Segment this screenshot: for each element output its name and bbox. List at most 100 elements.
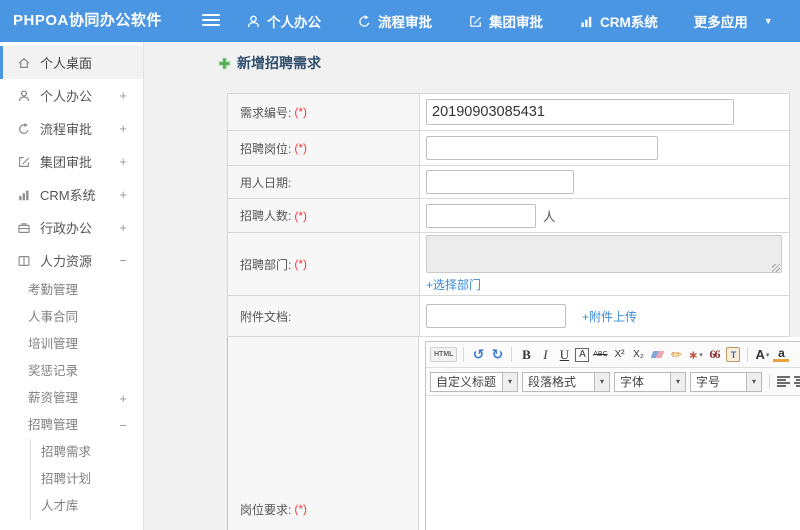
paragraph-format-dropdown[interactable]: 段落格式 ▾	[522, 371, 610, 392]
field-label: 招聘人数: (*)	[228, 199, 420, 232]
caret-down-icon: ▾	[670, 372, 685, 391]
page-title: 新增招聘需求	[218, 53, 321, 73]
nav-workflow-approval[interactable]: 流程审批	[357, 11, 432, 31]
collapse-minus-icon[interactable]: −	[119, 253, 127, 268]
sidebar-item-crm-system[interactable]: CRM系统 +	[0, 178, 143, 211]
subitem-label: 人事合同	[28, 310, 79, 324]
italic-button[interactable]: I	[537, 346, 553, 364]
blockquote-button[interactable]: 66	[706, 346, 722, 364]
align-left-icon[interactable]	[777, 376, 790, 387]
form-row-request-number: 需求编号: (*)	[227, 94, 790, 131]
format-brush-button[interactable]: ✏	[668, 346, 684, 364]
add-plus-icon	[218, 57, 231, 70]
eraser-button[interactable]	[649, 346, 665, 364]
form-row-department: 招聘部门: (*) +选择部门	[227, 233, 790, 296]
subitem-label: 招聘计划	[41, 472, 92, 486]
underline-button[interactable]: U	[556, 346, 572, 364]
nav-more-apps[interactable]: 更多应用 ▼	[694, 11, 773, 31]
nav-label: 集团审批	[489, 15, 543, 30]
label-text: 需求编号:	[240, 105, 292, 120]
subitem-label: 培训管理	[28, 337, 79, 351]
field-label: 附件文档:	[228, 296, 420, 336]
clear-format-button[interactable]: ∗ ▾	[687, 346, 703, 364]
align-center-icon[interactable]	[794, 376, 800, 387]
sidebar-item-workflow-approval[interactable]: 流程审批 +	[0, 112, 143, 145]
dropdown-label: 段落格式	[528, 374, 577, 389]
label-text: 附件文档:	[240, 309, 292, 324]
clipboard-icon: T	[726, 347, 741, 362]
superscript-button[interactable]: X²	[611, 346, 627, 364]
hr-submenu: 考勤管理 人事合同 培训管理 奖惩记录 薪资管理 + 招聘管理 − 招聘需求 招聘计…	[0, 277, 143, 520]
sidebar-subitem-rewards[interactable]: 奖惩记录	[0, 358, 143, 385]
required-marker: (*)	[294, 208, 308, 223]
sidebar-item-group-approval[interactable]: 集团审批 +	[0, 145, 143, 178]
subscript-button[interactable]: X₂	[630, 346, 646, 364]
sidebar-subitem-salary[interactable]: 薪资管理 +	[0, 385, 143, 412]
recruitment-request-form: 需求编号:(*) 招聘岗位:(*) 用人日期: 招聘人数:(*) 人 招聘部门:…	[227, 93, 800, 530]
resize-handle-icon[interactable]	[772, 264, 780, 272]
headcount-input[interactable]	[426, 203, 536, 228]
sidebar-item-personal-office[interactable]: 个人办公 +	[0, 79, 143, 112]
html-source-button[interactable]: HTML	[430, 347, 458, 362]
sidebar-subitem-hr-contract[interactable]: 人事合同	[0, 304, 143, 331]
request-number-input[interactable]	[426, 99, 734, 125]
form-row-position: 招聘岗位: (*)	[227, 131, 790, 166]
expand-plus-icon[interactable]: +	[119, 220, 127, 235]
attachment-input[interactable]	[426, 304, 566, 328]
strikethrough-button[interactable]: ABC	[592, 346, 608, 364]
label-text: 岗位要求:	[240, 502, 292, 517]
chart-icon	[579, 14, 594, 29]
sidebar-subitem-talent-pool[interactable]: 人才库	[31, 493, 143, 520]
nav-group-approval[interactable]: 集团审批	[468, 11, 543, 31]
font-color-button[interactable]: A ▾	[754, 346, 770, 364]
recruitment-submenu: 招聘需求 招聘计划 人才库	[30, 439, 143, 520]
hire-date-input[interactable]	[426, 170, 574, 194]
sidebar-item-admin-office[interactable]: 行政办公 +	[0, 211, 143, 244]
sidebar-item-human-resources[interactable]: 人力资源 −	[0, 244, 143, 277]
form-row-attachment: 附件文档: +附件上传	[227, 296, 790, 337]
collapse-minus-icon[interactable]: −	[119, 412, 127, 439]
label-text: 招聘部门:	[240, 257, 292, 272]
position-input[interactable]	[426, 136, 658, 160]
sidebar-subitem-attendance[interactable]: 考勤管理	[0, 277, 143, 304]
expand-plus-icon[interactable]: +	[119, 154, 127, 169]
nav-personal-office[interactable]: 个人办公	[246, 11, 321, 31]
font-family-dropdown[interactable]: 字体 ▾	[614, 371, 686, 392]
bold-button[interactable]: B	[518, 346, 534, 364]
toolbar-separator	[769, 374, 770, 389]
nav-crm-system[interactable]: CRM系统	[579, 11, 658, 31]
expand-plus-icon[interactable]: +	[119, 88, 127, 103]
subitem-label: 奖惩记录	[28, 364, 79, 378]
app-logo[interactable]: PHPOA协同办公软件	[13, 0, 162, 42]
sidebar-subitem-recruit-plan[interactable]: 招聘计划	[31, 466, 143, 493]
eraser-icon	[650, 351, 665, 358]
department-textarea[interactable]	[426, 235, 782, 273]
field-label: 招聘岗位: (*)	[228, 131, 420, 165]
hamburger-menu-icon[interactable]	[202, 14, 220, 29]
editor-content-area[interactable]	[426, 396, 800, 530]
sidebar-item-personal-desktop[interactable]: 个人桌面	[0, 46, 143, 79]
paste-text-button[interactable]: T	[725, 346, 741, 364]
sidebar-subitem-recruitment[interactable]: 招聘管理 −	[0, 412, 143, 439]
nav-label: 更多应用	[693, 15, 748, 30]
redo-button[interactable]: ↻	[489, 346, 505, 364]
page-title-text: 新增招聘需求	[237, 55, 321, 71]
sidebar-subitem-training[interactable]: 培训管理	[0, 331, 143, 358]
custom-title-dropdown[interactable]: 自定义标题 ▾	[430, 371, 518, 392]
highlight-color-button[interactable]: a	[773, 346, 790, 362]
field-label: 需求编号: (*)	[228, 94, 420, 130]
font-style-button[interactable]: A	[575, 347, 590, 362]
person-icon	[246, 14, 261, 29]
upload-attachment-link[interactable]: +附件上传	[582, 308, 637, 325]
font-color-label: A	[755, 347, 765, 362]
toolbar-separator	[747, 347, 749, 362]
font-size-dropdown[interactable]: 字号 ▾	[690, 371, 762, 392]
expand-plus-icon[interactable]: +	[119, 385, 127, 412]
field-label: 岗位要求: (*)	[227, 337, 419, 530]
sidebar-subitem-recruit-request[interactable]: 招聘需求	[31, 439, 143, 466]
select-department-link[interactable]: +选择部门	[426, 276, 481, 293]
undo-button[interactable]: ↺	[470, 346, 486, 364]
expand-plus-icon[interactable]: +	[119, 121, 127, 136]
headcount-unit: 人	[543, 210, 556, 224]
expand-plus-icon[interactable]: +	[119, 187, 127, 202]
